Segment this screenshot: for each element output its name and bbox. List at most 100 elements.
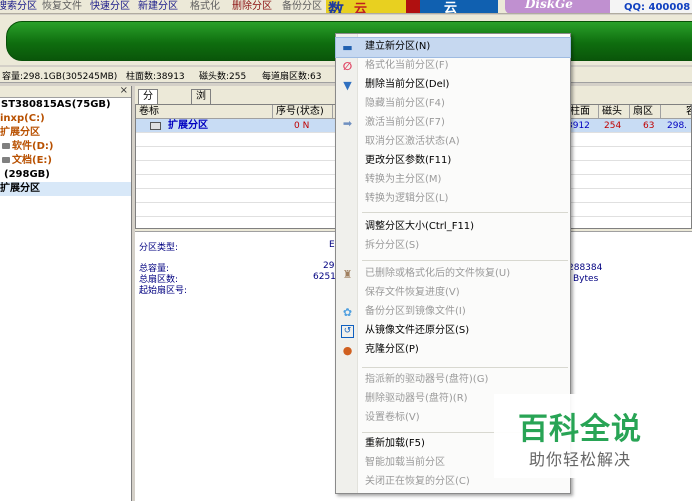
menu-item-label: 取消分区激活状态(A) [365,136,460,147]
drive-icon [2,157,10,163]
menu-item-hide[interactable]: 隐藏当前分区(F4) [336,95,570,114]
ad-char-3: 云 [444,1,458,14]
menu-item-label: 调整分区大小(Ctrl_F11) [365,221,475,232]
format-button[interactable]: 格式化 [190,1,220,12]
column-header-label[interactable]: 卷标 [136,105,273,119]
tab-browse-files[interactable]: 浏览文件 [191,89,211,144]
close-icon[interactable]: × [120,86,128,96]
menu-separator [362,260,568,261]
tree-item-partition-e[interactable]: 文档(E:) [0,154,131,168]
delete-partition-button[interactable]: 删除分区 [232,1,272,12]
menu-item-label: 已删除或格式化后的文件恢复(U) [365,268,511,279]
menu-item-to-logical[interactable]: 转换为逻辑分区(L) [336,190,570,209]
menu-item-change-params[interactable]: 更改分区参数(F11) [336,152,570,171]
ad-banner-yellow[interactable]: 数 云 [326,0,406,14]
tree-item-disk2[interactable]: (298GB) [0,168,131,182]
total-sectors-value: 6251 [313,272,336,282]
menu-item-label: 克隆分区(P) [365,344,419,355]
disk-capacity: 容量:298.1GB(305245MB) [2,72,118,82]
menu-item-file-recovery[interactable]: ♜ 已删除或格式化后的文件恢复(U) [336,265,570,284]
tree-item-label: 软件(D:) [12,141,54,152]
tree-item-label: inxp(C:) [0,113,45,124]
ad-char-2: 云 [354,2,368,14]
menu-item-label: 拆分分区(S) [365,240,420,251]
tree-item-label: 扩展分区 [0,183,40,194]
ad-banner-blue[interactable]: 云 [420,0,498,14]
search-partition-button[interactable]: 搜索分区 [0,1,37,12]
bytes-value: Bytes [573,274,599,284]
new-partition-icon: ▬ [342,41,353,54]
column-header-status[interactable]: 序号(状态) [273,105,333,119]
menu-item-clone[interactable]: ● 克隆分区(P) [336,341,570,360]
column-header-head[interactable]: 磁头 [599,105,630,119]
menu-item-format[interactable]: ∅ 格式化当前分区(F) [336,57,570,76]
backup-partition-button[interactable]: 备份分区 [282,1,322,12]
menu-item-split[interactable]: 拆分分区(S) [336,237,570,256]
menu-item-label: 从镜像文件还原分区(S) [365,325,470,336]
menu-item-assign-drive-letter[interactable]: 指派新的驱动器号(盘符)(G) [336,371,570,390]
clone-icon: ● [342,344,353,357]
column-header-capacity[interactable]: 容 [661,105,691,119]
row-head: 254 [604,121,622,131]
menu-item-to-primary[interactable]: 转换为主分区(M) [336,171,570,190]
menu-item-label: 重新加载(F5) [365,438,425,449]
partition-type-value: E [329,240,335,250]
menu-item-label: 激活当前分区(F7) [365,117,445,128]
tree-item-label: 扩展分区 [0,127,40,138]
menu-item-new-partition[interactable]: ▬ 建立新分区(N) [335,37,571,58]
recover-files-button[interactable]: 恢复文件 [42,1,82,12]
menu-item-label: 删除当前分区(Del) [365,79,450,90]
menu-item-resize[interactable]: 调整分区大小(Ctrl_F11) [336,218,570,237]
menu-item-label: 隐藏当前分区(F4) [365,98,445,109]
tree-item-extended[interactable]: 扩展分区 [0,126,131,140]
menu-item-label: 格式化当前分区(F) [365,60,449,71]
watermark-title: 百科全说 [518,412,642,447]
row-capacity: 298. [667,121,688,131]
menu-item-label: 设置卷标(V) [365,412,420,423]
menu-item-activate[interactable]: ➡ 激活当前分区(F7) [336,114,570,133]
partition-icon [150,122,161,130]
menu-item-deactivate[interactable]: 取消分区激活状态(A) [336,133,570,152]
watermark-subtitle: 助你轻松解决 [528,450,631,469]
menu-item-backup-image[interactable]: ✿ 备份分区到镜像文件(I) [336,303,570,322]
menu-item-label: 删除驱动器号(盘符)(R) [365,393,468,404]
tree-item-disk[interactable]: ST380815AS(75GB) [0,98,131,112]
tab-partition-params[interactable]: 分区参数 [138,89,158,144]
menu-item-save-progress[interactable]: 保存文件恢复进度(V) [336,284,570,303]
disk-heads: 磁头数:255 [199,72,247,82]
tree-item-label: ST380815AS(75GB) [1,99,111,110]
menu-item-label: 备份分区到镜像文件(I) [365,306,466,317]
menu-item-restore-image[interactable]: ↺ 从镜像文件还原分区(S) [336,322,570,341]
row-sector: 63 [643,121,655,131]
backup-icon: ✿ [342,306,353,319]
site-watermark: 百科全说 助你轻松解决 [494,394,666,478]
qq-number: QQ: 400008 [624,2,691,13]
menu-separator [362,367,568,368]
format-icon: ∅ [342,60,353,73]
ad-char-1: 数 [328,0,345,14]
tree-item-extended-selected[interactable]: 扩展分区 [0,182,131,196]
menu-item-label: 关闭正在恢复的分区(C) [365,476,470,487]
tree-item-partition-c[interactable]: inxp(C:) [0,112,131,126]
tree-item-partition-d[interactable]: 软件(D:) [0,140,131,154]
menu-item-label: 建立新分区(N) [365,41,431,52]
tree-item-label: 文档(E:) [12,155,52,166]
diskgenius-logo: DiskGe [505,0,615,13]
recover-icon: ♜ [342,268,353,281]
sector-count-value: 288384 [568,263,603,273]
menu-item-delete[interactable]: ▼ 删除当前分区(Del) [336,76,570,95]
column-header-sector[interactable]: 扇区 [630,105,661,119]
drive-icon [2,143,10,149]
total-capacity-value: 29 [323,261,335,271]
disk-sectors: 每道扇区数:63 [262,72,322,82]
new-partition-button[interactable]: 新建分区 [138,1,178,12]
row-label: 扩展分区 [168,120,208,131]
column-header-cylinder[interactable]: 柱面 [567,105,599,119]
disk-cylinders: 柱面数:38913 [126,72,185,82]
menu-item-label: 转换为逻辑分区(L) [365,193,449,204]
tree-panel-header: × [0,86,131,98]
logo-text: DiskGe [525,0,573,11]
quick-partition-button[interactable]: 快速分区 [90,1,130,12]
ad-banner-red [406,0,420,13]
toolbar: 搜索分区 恢复文件 快速分区 新建分区 格式化 删除分区 备份分区 数 云 云 … [0,0,692,14]
